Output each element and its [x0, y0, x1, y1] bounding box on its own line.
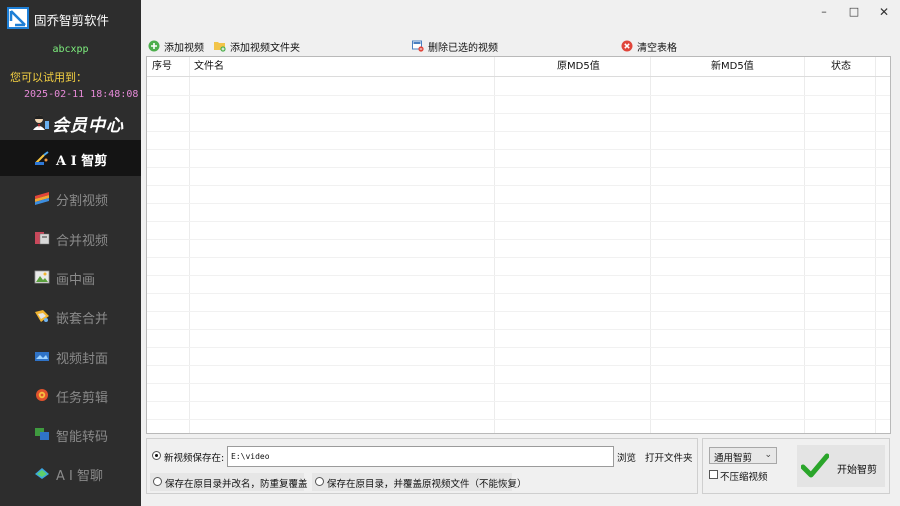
member-avatar-icon [32, 114, 50, 134]
start-button-label: 开始智剪 [837, 465, 877, 476]
app-title-bar: 固乔智剪软件 [0, 0, 141, 34]
add-icon [148, 40, 160, 52]
chevron-down-icon: ⌄ [764, 450, 772, 460]
row-divider [147, 221, 890, 222]
mode-select[interactable]: 通用智剪 ⌄ [709, 447, 777, 464]
sidebar-item-label: A I 智剪 [56, 154, 108, 169]
row-divider [147, 167, 890, 168]
new-save-location-label: 新视频保存在: [164, 453, 225, 464]
rename-option-label: 保存在原目录并改名，防重复覆盖 [165, 479, 308, 490]
row-divider [147, 311, 890, 312]
sidebar: 固乔智剪软件 abcxpp 您可以试用到： 2025-02-11 18:48:0… [0, 0, 141, 506]
sidebar-item-video-cover[interactable]: 视频封面 [0, 338, 141, 374]
maximize-button[interactable]: □ [844, 4, 864, 20]
row-divider [147, 401, 890, 402]
sidebar-item-nested-merge[interactable]: 嵌套合并 [0, 298, 141, 334]
new-save-location-radio[interactable] [152, 451, 161, 460]
row-divider [147, 293, 890, 294]
sidebar-item-ai-cut[interactable]: A I 智剪 [0, 140, 141, 176]
row-divider [147, 257, 890, 258]
browse-button[interactable]: 浏览 [617, 450, 636, 464]
save-path-input[interactable]: E:\video [227, 446, 614, 467]
sidebar-item-ai-chat[interactable]: A I 智聊 [0, 455, 141, 491]
merge-video-icon [34, 231, 50, 245]
task-edit-icon [34, 388, 50, 402]
row-divider [147, 203, 890, 204]
delete-selected-button[interactable]: 删除已选的视频 [412, 38, 498, 54]
row-divider [147, 239, 890, 240]
rename-option-radio[interactable] [153, 477, 162, 486]
member-center-label: 会员中心 [52, 116, 124, 136]
video-cover-icon [34, 349, 50, 363]
username: abcxpp [52, 44, 89, 55]
open-folder-button[interactable]: 打开文件夹 [645, 450, 693, 464]
row-divider [147, 149, 890, 150]
ai-chat-icon [34, 466, 50, 480]
row-divider [147, 365, 890, 366]
overwrite-option-label: 保存在原目录，并覆盖原视频文件（不能恢复） [327, 479, 527, 490]
sidebar-item-smart-transcode[interactable]: 智能转码 [0, 416, 141, 452]
clear-table-label: 清空表格 [637, 42, 677, 54]
ai-cut-icon [34, 151, 50, 165]
row-divider [147, 131, 890, 132]
column-header-filename[interactable]: 文件名 [194, 57, 224, 77]
row-divider [147, 383, 890, 384]
column-header-status[interactable]: 状态 [831, 57, 851, 77]
sidebar-item-label: 任务剪辑 [56, 391, 109, 406]
delete-selected-label: 删除已选的视频 [428, 42, 498, 54]
sidebar-item-merge-video[interactable]: 合并视频 [0, 220, 141, 256]
sidebar-item-label: 分割视频 [56, 194, 109, 209]
close-button[interactable]: ✕ [874, 4, 894, 20]
column-header-new-md5[interactable]: 新MD5值 [711, 57, 754, 77]
no-compress-label: 不压缩视频 [720, 472, 768, 483]
add-video-button[interactable]: 添加视频 [148, 38, 204, 54]
save-options-panel: 新视频保存在: E:\video 浏览 打开文件夹 保存在原目录并改名，防重复覆… [146, 438, 698, 494]
row-divider [147, 275, 890, 276]
row-divider [147, 113, 890, 114]
smart-transcode-icon [34, 427, 50, 441]
member-center-button[interactable]: 会员中心 [30, 108, 130, 136]
row-divider [147, 419, 890, 420]
add-folder-label: 添加视频文件夹 [230, 42, 300, 54]
row-divider [147, 347, 890, 348]
window-controls: – □ ✕ [810, 0, 900, 24]
mode-select-value: 通用智剪 [714, 453, 753, 464]
trial-expiry-date: 2025-02-11 18:48:08 [24, 89, 139, 100]
no-compress-checkbox[interactable] [709, 470, 718, 479]
delete-file-icon [412, 40, 424, 52]
table-header: 序号 文件名 原MD5值 新MD5值 状态 [147, 57, 890, 77]
sidebar-item-label: 视频封面 [56, 352, 109, 367]
sidebar-item-split-video[interactable]: 分割视频 [0, 180, 141, 216]
add-video-label: 添加视频 [164, 42, 204, 54]
clear-icon [621, 40, 633, 52]
video-table[interactable]: 序号 文件名 原MD5值 新MD5值 状态 [146, 56, 891, 434]
column-header-index[interactable]: 序号 [152, 57, 172, 77]
row-divider [147, 329, 890, 330]
trial-label: 您可以试用到： [10, 71, 87, 84]
overwrite-option-radio[interactable] [315, 477, 324, 486]
checkmark-icon [800, 453, 830, 482]
sidebar-item-label: A I 智聊 [56, 469, 103, 484]
start-button[interactable]: 开始智剪 [797, 445, 885, 487]
sidebar-item-label: 合并视频 [56, 234, 109, 249]
app-logo-icon [7, 7, 29, 29]
column-header-original-md5[interactable]: 原MD5值 [557, 57, 600, 77]
add-folder-button[interactable]: 添加视频文件夹 [214, 38, 300, 54]
mode-panel: 通用智剪 ⌄ 不压缩视频 开始智剪 [702, 438, 890, 494]
minimize-button[interactable]: – [814, 4, 834, 20]
sidebar-item-label: 嵌套合并 [56, 312, 109, 327]
sidebar-item-picture-in-picture[interactable]: 画中画 [0, 259, 141, 295]
row-divider [147, 185, 890, 186]
add-folder-icon [214, 40, 226, 52]
split-video-icon [34, 191, 50, 205]
row-divider [147, 95, 890, 96]
clear-table-button[interactable]: 清空表格 [621, 38, 677, 54]
app-title: 固乔智剪软件 [34, 13, 110, 28]
picture-in-picture-icon [34, 270, 50, 284]
sidebar-item-label: 画中画 [56, 273, 96, 288]
nested-merge-icon [34, 309, 50, 323]
sidebar-item-label: 智能转码 [56, 430, 109, 445]
sidebar-item-task-edit[interactable]: 任务剪辑 [0, 377, 141, 413]
